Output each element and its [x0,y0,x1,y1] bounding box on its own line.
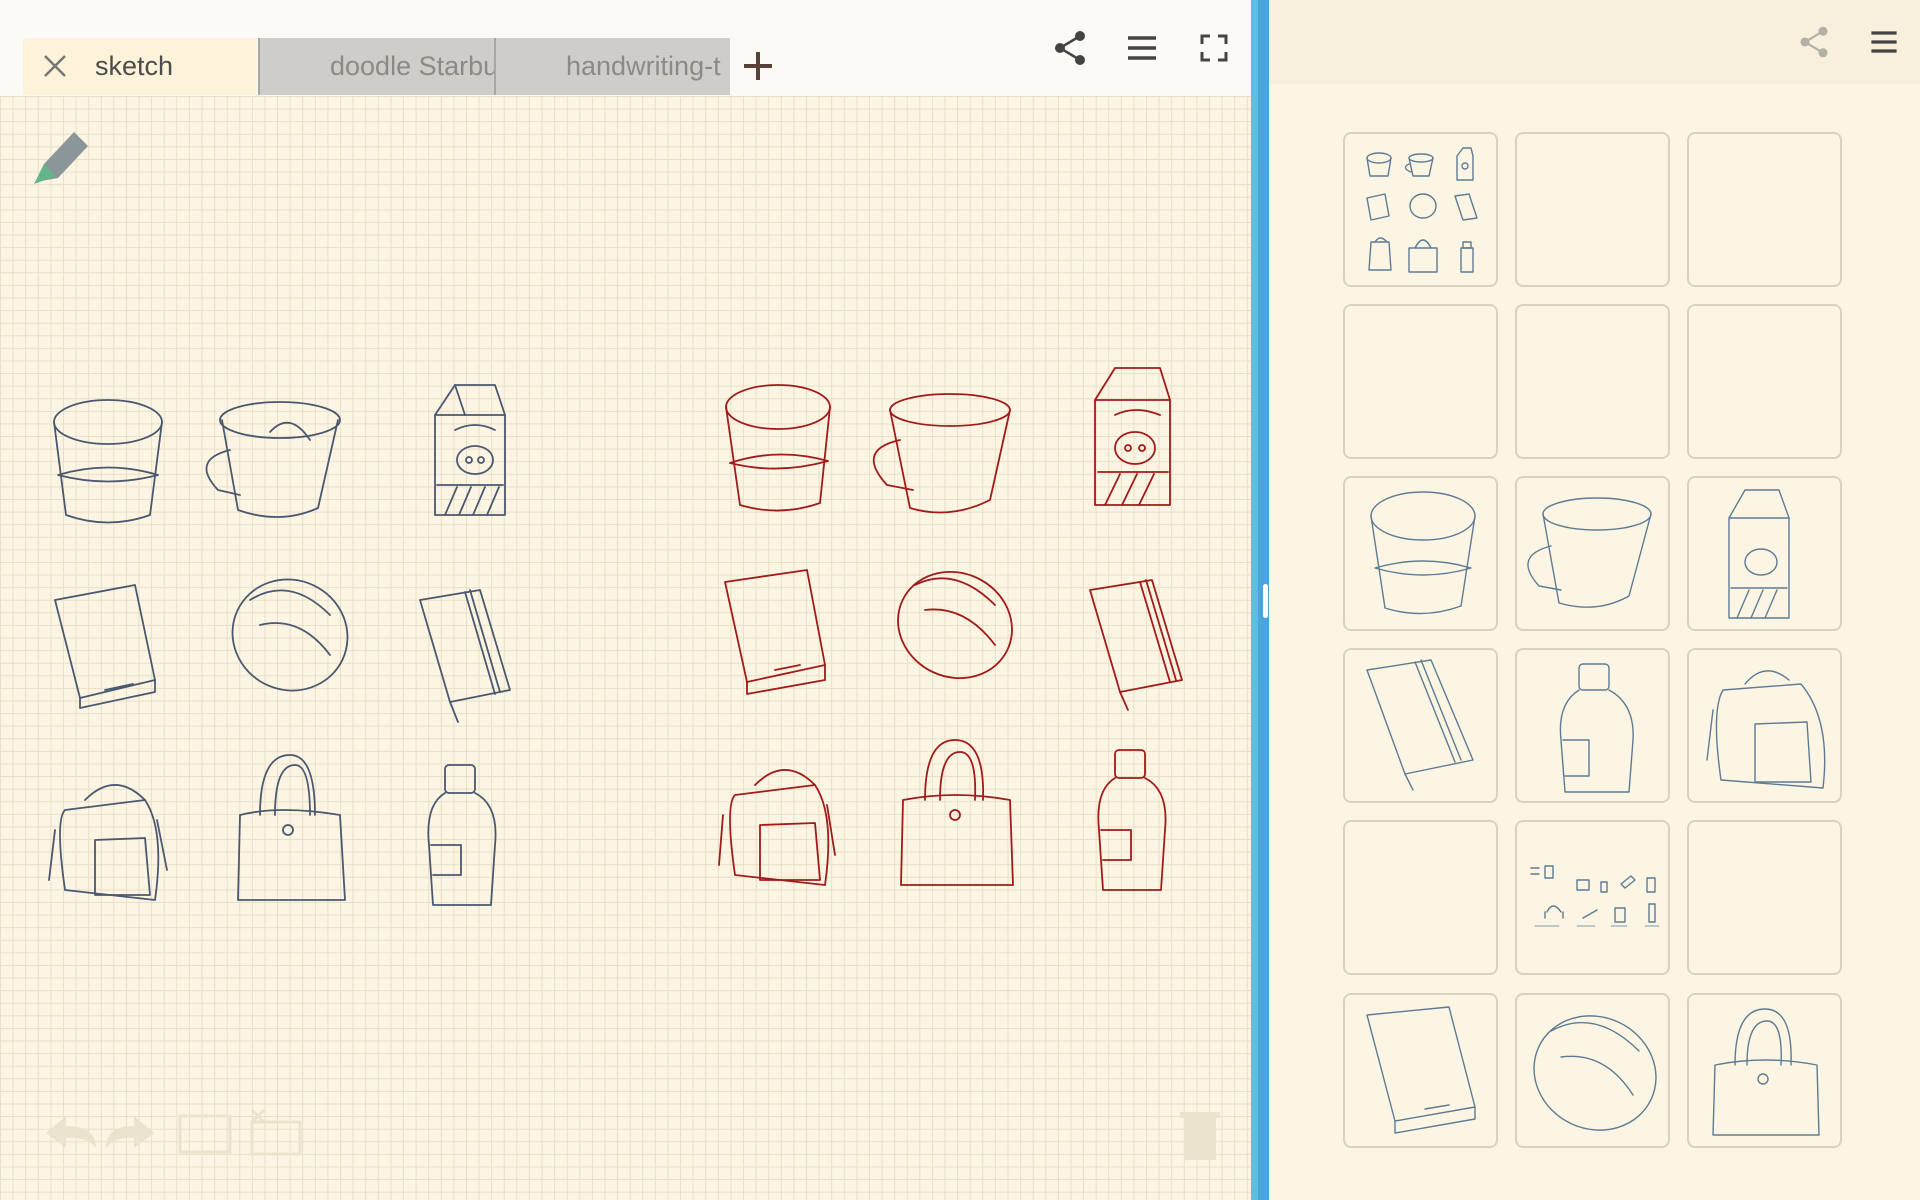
thumbnail-empty[interactable] [1687,820,1842,975]
thumbnail-empty[interactable] [1343,304,1498,459]
thumbnail-drawing [1370,491,1476,615]
backpack-sketch [48,784,168,901]
tab-doodle[interactable]: doodle Starbu [258,38,494,95]
thumbnail-drawing [1366,659,1474,791]
thumbnail-mouse[interactable] [1515,993,1670,1148]
book-sketch [724,569,826,695]
thumbnail-empty[interactable] [1343,820,1498,975]
share-icon[interactable] [1050,28,1090,68]
thumbnail-drawing [1366,1006,1476,1134]
mug-sketch [205,401,341,518]
thumbnail-icon-collection[interactable] [1515,820,1670,975]
notebook-sketch [1089,579,1183,711]
thumbnail-mug[interactable] [1515,476,1670,631]
select-rect-icon[interactable] [176,1112,236,1156]
divider-handle[interactable] [1263,584,1268,618]
thumbnail-book[interactable] [1343,993,1498,1148]
cup-sketch [53,399,163,524]
thumbnail-handbag[interactable] [1687,993,1842,1148]
thumbnail-empty[interactable] [1515,304,1670,459]
backpack-sketch [718,769,836,886]
thumbnail-drawing [1712,1008,1820,1136]
share-icon[interactable] [1796,24,1832,60]
tab-sketch[interactable]: sketch [23,38,257,95]
handbag-sketch [237,754,346,901]
fullscreen-icon[interactable] [1194,28,1234,68]
thumbnail-drawing [1728,489,1790,619]
thumbnail-empty[interactable] [1687,304,1842,459]
thumbnail-cup[interactable] [1343,476,1498,631]
tab-label: doodle Starbu [330,51,494,81]
handbag-sketch [900,739,1014,886]
tab-handwriting[interactable]: handwriting-t [494,38,730,95]
panel-header [1269,0,1920,84]
blue-sketch-group [48,384,511,906]
thumbnail-drawing [1559,663,1634,793]
thumbnail-drawing [1706,670,1826,789]
thumbnail-empty[interactable] [1687,132,1842,287]
mouse-sketch [897,570,1013,680]
thumbnail-drawing [1533,1015,1657,1131]
notebook-sketch [419,589,511,723]
pencil-icon[interactable] [30,124,96,190]
app-root: sketch doodle Starbu handwriting-t [0,0,1920,1200]
close-icon[interactable] [41,52,69,80]
milk-carton-sketch [1094,367,1171,506]
mouse-sketch [231,578,349,692]
menu-icon[interactable] [1122,28,1162,68]
book-sketch [54,584,156,709]
sketch-editor: sketch doodle Starbu handwriting-t [0,0,1253,1200]
trash-icon[interactable] [1180,1108,1220,1162]
thumbnail-notebook[interactable] [1343,648,1498,803]
notes-panel [1269,0,1920,1200]
thumbnail-milk-carton[interactable] [1687,476,1842,631]
tab-label: handwriting-t [566,51,721,81]
redo-icon[interactable] [104,1108,164,1158]
thumbnail-drawing [1530,865,1660,927]
thumbnail-backpack[interactable] [1687,648,1842,803]
plus-icon[interactable] [740,48,776,84]
tab-label: sketch [95,51,174,81]
cup-sketch [725,384,831,512]
bottle-sketch [427,764,497,906]
tab-bar: sketch doodle Starbu handwriting-t [0,0,1253,96]
red-sketch-group [718,367,1183,891]
menu-icon[interactable] [1866,24,1902,60]
bottle-sketch [1097,749,1167,891]
thumbnail-bottle[interactable] [1515,648,1670,803]
milk-carton-sketch [434,384,506,516]
clear-rect-icon[interactable] [248,1108,308,1156]
thumbnail-empty[interactable] [1515,132,1670,287]
thumbnail-drawing [1527,497,1652,608]
mug-sketch [872,393,1011,514]
thumbnail-drawing [1366,147,1478,273]
thumbnail-grid-overview[interactable] [1343,132,1498,287]
